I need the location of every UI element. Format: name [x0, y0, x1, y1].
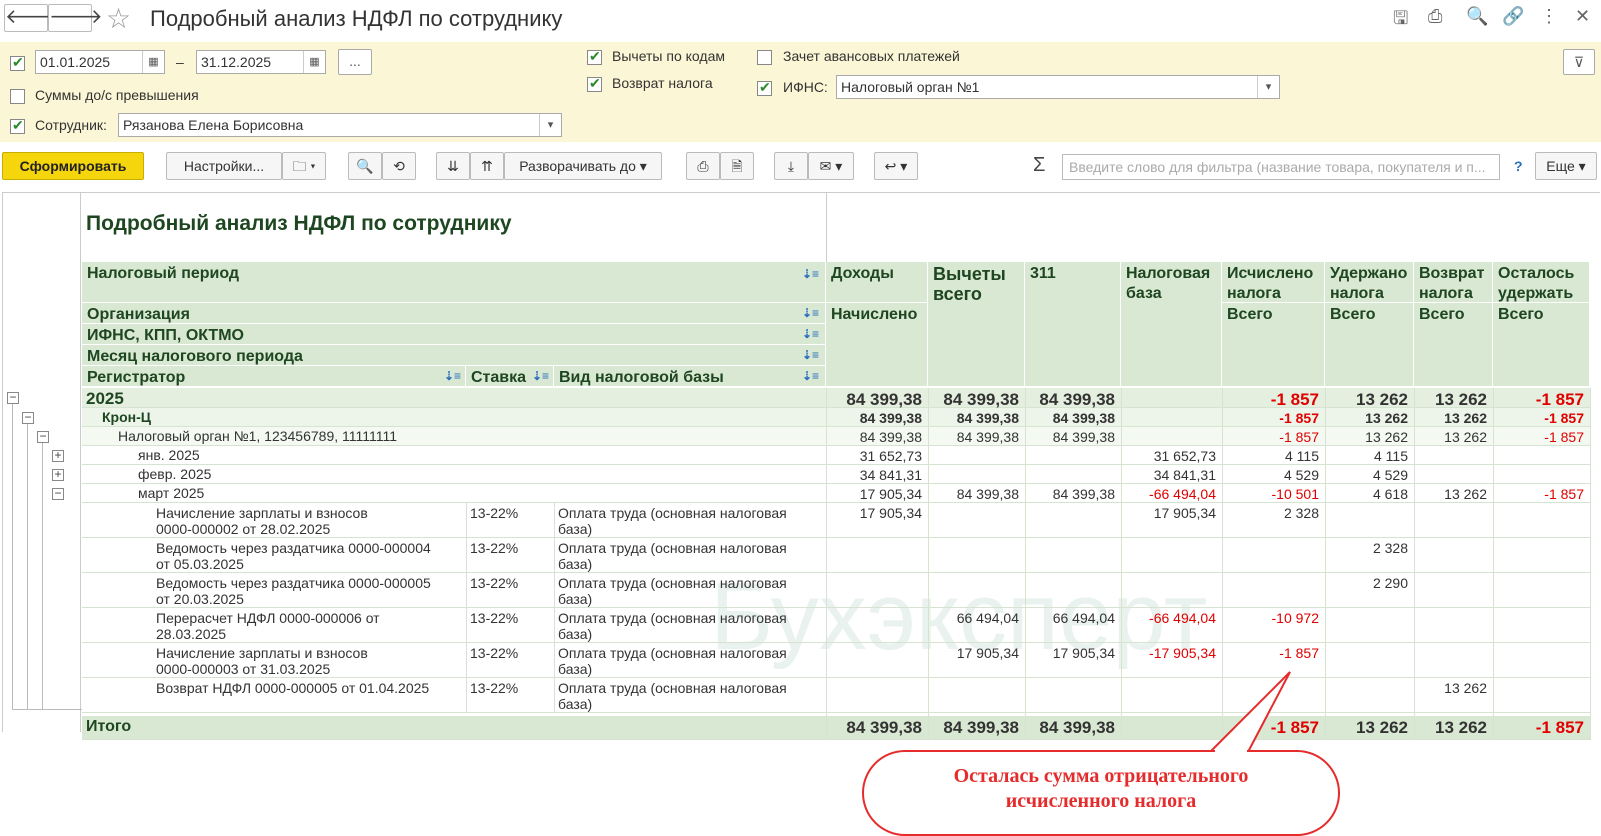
- callout-joint: [1215, 750, 1247, 754]
- callout-line2: исчисленного налога: [1005, 790, 1197, 812]
- callout-line1: Осталась сумма отрицательного: [953, 765, 1249, 787]
- callout-pointer: [1207, 671, 1291, 753]
- callout: Осталась сумма отрицательного исчисленно…: [862, 750, 1340, 836]
